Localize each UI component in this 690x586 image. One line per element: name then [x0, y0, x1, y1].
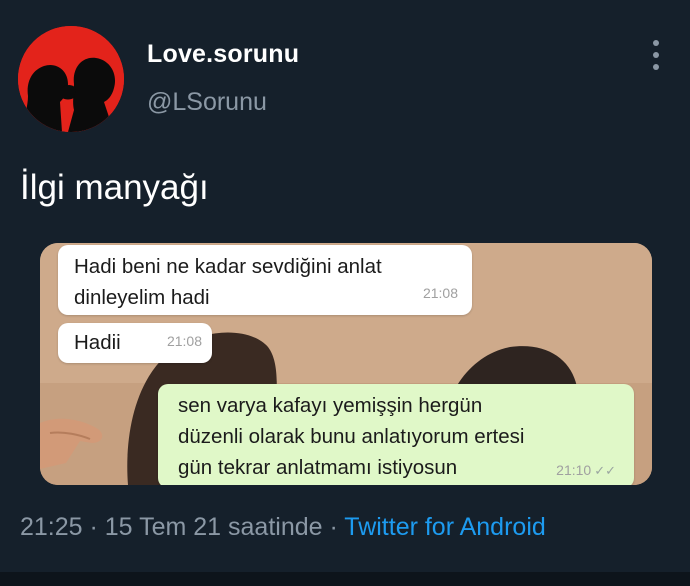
menu-dot — [653, 40, 659, 46]
chat-message-incoming: Hadi beni ne kadar sevdiğini anlat dinle… — [58, 245, 472, 315]
more-vertical-icon[interactable] — [646, 40, 666, 70]
message-text: Hadi beni ne kadar sevdiğini anlat dinle… — [74, 255, 382, 309]
couple-silhouette-icon — [18, 26, 124, 132]
message-time-wrap: 21:10 ✓✓ — [556, 455, 616, 485]
bottom-divider — [0, 572, 690, 586]
tweet-date[interactable]: 15 Tem 21 saatinde — [105, 513, 323, 541]
tweet-time[interactable]: 21:25 — [20, 513, 83, 541]
menu-dot — [653, 52, 659, 58]
tweet-media-image[interactable]: Hadi beni ne kadar sevdiğini anlat dinle… — [40, 243, 652, 485]
tweet-text: İlgi manyağı — [20, 168, 209, 207]
double-check-icon: ✓✓ — [594, 463, 616, 478]
chat-message-outgoing: sen varya kafayı yemişşin hergün düzenli… — [158, 384, 634, 485]
user-handle[interactable]: @LSorunu — [147, 88, 267, 117]
meta-separator: · — [322, 513, 345, 541]
chat-message-incoming: Hadii 21:08 — [58, 323, 212, 363]
tweet-source-link[interactable]: Twitter for Android — [344, 513, 545, 541]
tweet-meta: 21:25 · 15 Tem 21 saatinde · Twitter for… — [20, 513, 546, 542]
message-time: 21:10 — [556, 462, 592, 478]
meta-separator: · — [82, 513, 105, 541]
message-time: 21:08 — [422, 285, 458, 301]
avatar[interactable] — [18, 26, 124, 132]
menu-dot — [653, 64, 659, 70]
tweet: Love.sorunu @LSorunu İlgi manyağı Hadi b… — [0, 0, 690, 586]
display-name[interactable]: Love.sorunu — [147, 40, 299, 69]
message-time: 21:08 — [166, 333, 202, 349]
